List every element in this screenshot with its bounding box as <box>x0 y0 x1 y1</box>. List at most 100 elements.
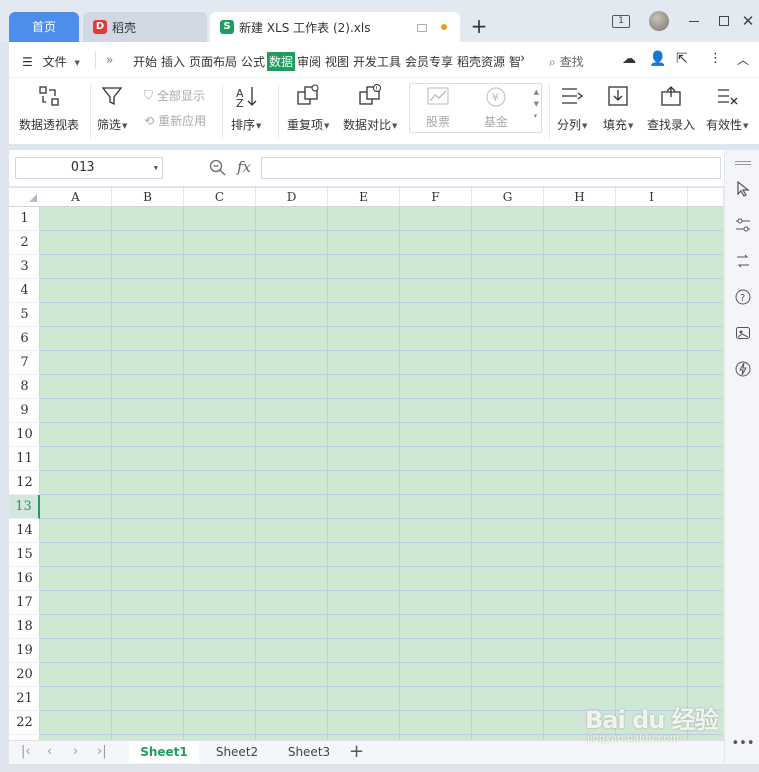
reapply-button[interactable]: ⟲ 重新应用 <box>144 112 206 129</box>
row-header[interactable]: 13 <box>9 495 40 519</box>
sheet-tab-sheet3[interactable]: Sheet3 <box>277 741 341 763</box>
prev-sheet-icon[interactable]: ‹ <box>47 744 52 759</box>
formula-input[interactable] <box>261 157 721 179</box>
minimize-button[interactable] <box>686 10 702 32</box>
row-header[interactable]: 12 <box>9 471 40 495</box>
name-box[interactable]: O13 ▼ <box>15 157 163 179</box>
fx-icon[interactable]: fx <box>237 158 251 176</box>
new-tab-button[interactable]: + <box>470 14 488 38</box>
row-header[interactable]: 16 <box>9 567 40 591</box>
baidu-watermark: Bai du 经验 jingyan.baidu.com <box>585 700 719 744</box>
add-sheet-button[interactable]: + <box>349 741 364 762</box>
avatar[interactable] <box>648 10 670 32</box>
filter-button[interactable]: 筛选▼ <box>97 82 127 133</box>
data-compare-button[interactable]: ! 数据对比▼ <box>343 82 397 133</box>
transform-icon[interactable] <box>734 252 752 270</box>
cell-area[interactable] <box>40 207 723 740</box>
share-user-icon[interactable]: 👤 <box>649 51 666 67</box>
menu-item-data[interactable]: 数据 <box>267 52 296 71</box>
row-header[interactable]: 4 <box>9 279 40 303</box>
gallery-scroll[interactable]: ▲ ▼ ▾ <box>534 86 539 122</box>
column-header[interactable]: C <box>184 188 256 207</box>
split-column-button[interactable]: 分列▼ <box>557 82 587 133</box>
next-sheet-icon[interactable]: › <box>73 744 78 759</box>
lookup-entry-button[interactable]: 查找录入 <box>647 82 695 133</box>
menu-item-review[interactable]: 审阅 <box>297 53 321 70</box>
image-tool-icon[interactable] <box>734 324 752 342</box>
select-all-corner[interactable] <box>29 194 37 202</box>
close-button[interactable]: ✕ <box>740 10 756 32</box>
row-header[interactable]: 17 <box>9 591 40 615</box>
collapse-ribbon-icon[interactable]: ︿ <box>737 51 749 68</box>
screen-icon[interactable] <box>417 24 427 32</box>
column-header[interactable]: E <box>328 188 400 207</box>
column-header[interactable]: I <box>616 188 688 207</box>
more-options-icon[interactable]: ••• <box>732 734 755 752</box>
file-menu[interactable]: ☰ 文件 ▼ <box>22 53 80 70</box>
row-header[interactable]: 10 <box>9 423 40 447</box>
row-header[interactable]: 7 <box>9 351 40 375</box>
window-switch-button[interactable]: 1 <box>610 10 632 32</box>
double-chevron-icon[interactable]: » <box>106 53 113 67</box>
sheet-tab-sheet2[interactable]: Sheet2 <box>205 741 269 763</box>
row-header[interactable]: 19 <box>9 639 40 663</box>
tab-workbook[interactable]: S 新建 XLS 工作表 (2).xls <box>210 12 460 42</box>
menu-item-insert[interactable]: 插入 <box>161 53 185 70</box>
row-header[interactable]: 6 <box>9 327 40 351</box>
column-header[interactable]: D <box>256 188 328 207</box>
lightning-icon[interactable] <box>734 360 752 378</box>
row-header[interactable]: 18 <box>9 615 40 639</box>
row-header[interactable]: 21 <box>9 687 40 711</box>
cursor-select-icon[interactable] <box>734 180 752 198</box>
row-header[interactable]: 11 <box>9 447 40 471</box>
row-header[interactable]: 3 <box>9 255 40 279</box>
row-header[interactable]: 14 <box>9 519 40 543</box>
pivot-table-button[interactable]: 数据透视表 <box>19 82 79 133</box>
panel-drag-icon[interactable] <box>734 154 752 172</box>
row-header[interactable]: 15 <box>9 543 40 567</box>
zoom-formula-icon[interactable] <box>209 159 227 177</box>
menu-item-page-layout[interactable]: 页面布局 <box>189 53 237 70</box>
chevron-down-icon[interactable]: ▼ <box>154 158 158 178</box>
menu-item-developer[interactable]: 开发工具 <box>353 53 401 70</box>
cloud-sync-icon[interactable]: ☁ <box>622 51 636 67</box>
column-header[interactable]: H <box>544 188 616 207</box>
row-header[interactable]: 8 <box>9 375 40 399</box>
menu-item-formula[interactable]: 公式 <box>241 53 265 70</box>
sheet-tab-sheet1[interactable]: Sheet1 <box>129 741 199 763</box>
adjust-sliders-icon[interactable] <box>734 216 752 234</box>
chevron-right-icon[interactable]: › <box>520 51 525 66</box>
last-sheet-icon[interactable]: ›| <box>97 744 107 759</box>
menu-item-daoke-resources[interactable]: 稻壳资源 <box>457 53 505 70</box>
row-header[interactable]: 22 <box>9 711 40 735</box>
menu-item-view[interactable]: 视图 <box>325 53 349 70</box>
maximize-button[interactable] <box>716 10 732 32</box>
row-header[interactable]: 1 <box>9 207 40 231</box>
fill-button[interactable]: 填充▼ <box>603 82 633 133</box>
tab-daoke[interactable]: D 稻壳 <box>83 12 207 42</box>
row-header[interactable]: 20 <box>9 663 40 687</box>
menu-item-member[interactable]: 会员专享 <box>405 53 453 70</box>
quote-gallery[interactable]: 股票 ¥ 基金 ▲ ▼ ▾ <box>409 83 542 133</box>
duplicates-label: 重复项▼ <box>287 118 330 132</box>
row-header[interactable]: 9 <box>9 399 40 423</box>
column-header[interactable]: B <box>112 188 184 207</box>
tab-home[interactable]: 首页 <box>9 12 79 42</box>
validity-button[interactable]: 有效性▼ <box>706 82 748 133</box>
more-icon[interactable]: ⋮ <box>709 51 722 66</box>
first-sheet-icon[interactable]: |‹ <box>21 744 31 759</box>
stocks-button[interactable]: 股票 <box>426 86 450 130</box>
menu-item-start[interactable]: 开始 <box>133 53 157 70</box>
show-all-button[interactable]: ⛉ 全部显示 <box>144 87 205 104</box>
funds-button[interactable]: ¥ 基金 <box>484 86 508 130</box>
duplicates-button[interactable]: 重复项▼ <box>287 82 329 133</box>
share-icon[interactable]: ⇱ <box>676 51 688 67</box>
search-button[interactable]: ⌕ 查找 <box>549 53 584 70</box>
column-header[interactable]: G <box>472 188 544 207</box>
column-header[interactable]: F <box>400 188 472 207</box>
row-header[interactable]: 2 <box>9 231 40 255</box>
sort-button[interactable]: AZ 排序▼ <box>231 82 261 133</box>
column-header[interactable]: A <box>40 188 112 207</box>
help-icon[interactable]: ? <box>734 288 752 306</box>
row-header[interactable]: 5 <box>9 303 40 327</box>
